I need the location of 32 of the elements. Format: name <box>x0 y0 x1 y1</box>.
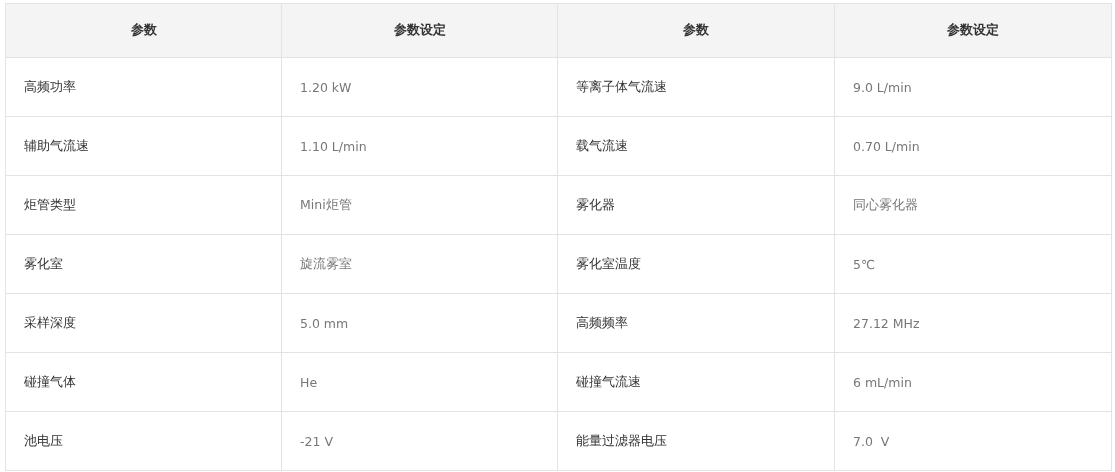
parameter-cell: 碰撞气流速 <box>557 352 835 412</box>
column-header: 参数设定 <box>281 3 558 58</box>
value-cell: 6 mL/min <box>834 352 1112 412</box>
parameter-cell: 载气流速 <box>557 116 835 176</box>
value-cell: 9.0 L/min <box>834 57 1112 117</box>
value-cell: 7.0 V <box>834 411 1112 471</box>
parameter-cell: 高频功率 <box>5 57 282 117</box>
parameter-cell: 采样深度 <box>5 293 282 353</box>
parameter-cell: 辅助气流速 <box>5 116 282 176</box>
parameter-cell: 池电压 <box>5 411 282 471</box>
parameter-cell: 炬管类型 <box>5 175 282 235</box>
value-cell: 5.0 mm <box>281 293 558 353</box>
column-header: 参数 <box>557 3 835 58</box>
value-cell: Mini炬管 <box>281 175 558 235</box>
column-header: 参数设定 <box>834 3 1112 58</box>
value-cell: 1.20 kW <box>281 57 558 117</box>
parameter-cell: 雾化室 <box>5 234 282 294</box>
value-cell: 1.10 L/min <box>281 116 558 176</box>
value-cell: 5℃ <box>834 234 1112 294</box>
column-header: 参数 <box>5 3 282 58</box>
parameter-cell: 雾化器 <box>557 175 835 235</box>
value-cell: He <box>281 352 558 412</box>
parameter-cell: 等离子体气流速 <box>557 57 835 117</box>
parameter-cell: 高频频率 <box>557 293 835 353</box>
value-cell: 27.12 MHz <box>834 293 1112 353</box>
value-cell: 0.70 L/min <box>834 116 1112 176</box>
value-cell: 旋流雾室 <box>281 234 558 294</box>
value-cell: -21 V <box>281 411 558 471</box>
parameter-cell: 雾化室温度 <box>557 234 835 294</box>
value-cell: 同心雾化器 <box>834 175 1112 235</box>
parameter-cell: 能量过滤器电压 <box>557 411 835 471</box>
parameter-cell: 碰撞气体 <box>5 352 282 412</box>
